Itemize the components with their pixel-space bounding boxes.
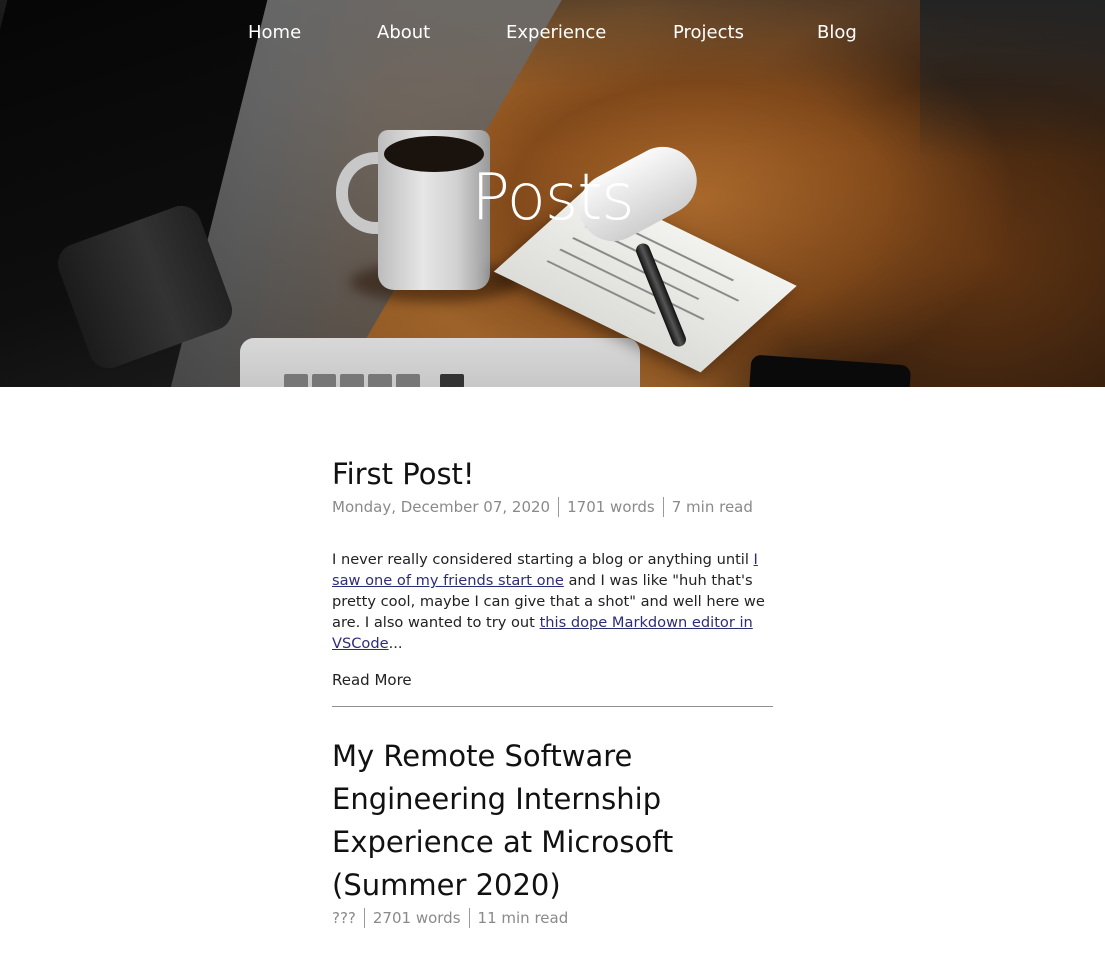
post-word-count: 2701 words [363,908,469,928]
post-word-count: 1701 words [558,497,663,517]
post-divider [332,706,773,707]
post-date: Monday, December 07, 2020 [332,498,551,516]
main-nav: Home About Experience Projects Blog [0,20,1105,46]
post-title[interactable]: My Remote Software Engineering Internshi… [332,735,773,907]
read-more-link[interactable]: Read More [332,670,412,690]
phone-image [748,354,912,387]
post-meta: Monday, December 07, 2020 1701 words 7 m… [332,497,773,517]
nav-blog-link[interactable]: Blog [817,20,857,46]
nav-about-link[interactable]: About [377,20,430,46]
excerpt-text: I never really considered starting a blo… [332,551,754,568]
hero-banner: Home About Experience Projects Blog Post… [0,0,1105,387]
post-read-time: 7 min read [662,497,761,517]
post-read-time: 11 min read [468,908,577,928]
post-date: ??? [332,909,356,927]
post-card: First Post! Monday, December 07, 2020 17… [332,453,773,715]
nav-home-link[interactable]: Home [248,20,301,46]
post-title[interactable]: First Post! [332,453,773,496]
post-title-text[interactable]: First Post! [332,457,475,491]
page-title: Posts [471,161,634,235]
post-card: My Remote Software Engineering Internshi… [332,735,773,928]
nav-projects-link[interactable]: Projects [673,20,744,46]
nav-experience-link[interactable]: Experience [506,20,606,46]
post-title-text[interactable]: My Remote Software Engineering Internshi… [332,739,673,902]
post-meta: ??? 2701 words 11 min read [332,908,773,928]
post-excerpt: I never really considered starting a blo… [332,549,773,654]
excerpt-ellipsis: ... [388,635,403,652]
keyboard-image [240,338,640,387]
